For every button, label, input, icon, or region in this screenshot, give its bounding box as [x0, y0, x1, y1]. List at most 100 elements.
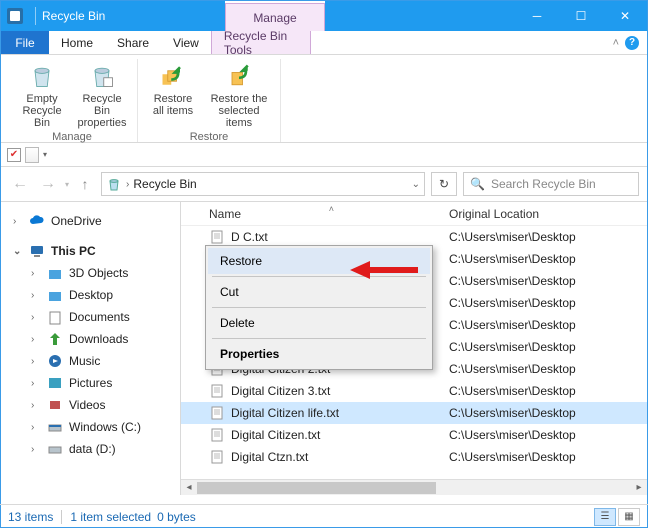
text-file-icon [209, 383, 225, 399]
close-button[interactable]: ✕ [603, 1, 647, 31]
address-bar[interactable]: › Recycle Bin ⌄ [101, 172, 425, 196]
restore-selected-items-button[interactable]: Restore the selected items [204, 59, 274, 129]
tab-share[interactable]: Share [105, 31, 161, 54]
ribbon-tabs: File Home Share View Recycle Bin Tools ˄… [1, 31, 647, 55]
text-file-icon [209, 427, 225, 443]
qat-document-icon[interactable] [25, 147, 39, 163]
file-name: Digital Citizen.txt [231, 428, 449, 442]
refresh-button[interactable]: ↻ [431, 172, 457, 196]
context-cut[interactable]: Cut [208, 279, 430, 305]
nav-history-dropdown[interactable]: ▾ [65, 180, 69, 189]
scroll-right-icon[interactable]: ▸ [631, 482, 647, 493]
file-row[interactable]: Digital Citizen.txtC:\Users\miser\Deskto… [181, 424, 647, 446]
contextual-tab-label: Manage [225, 3, 325, 31]
title-bar-left: Recycle Bin [1, 1, 225, 31]
restore-all-items-button[interactable]: Restore all items [144, 59, 202, 129]
qat-dropdown-icon[interactable]: ▾ [43, 150, 47, 159]
minimize-button[interactable]: ─ [515, 1, 559, 31]
collapse-icon[interactable]: ⌄ [13, 246, 23, 257]
quick-access-toolbar: ✔ ▾ [1, 143, 647, 167]
file-location: C:\Users\miser\Desktop [449, 340, 647, 354]
column-name[interactable]: Name˄ [209, 207, 449, 221]
title-bar: Recycle Bin Manage ─ ☐ ✕ [1, 1, 647, 31]
cloud-icon [29, 213, 45, 229]
recycle-bin-icon [27, 61, 57, 91]
qat-checkbox-icon[interactable]: ✔ [7, 148, 21, 162]
empty-recycle-bin-button[interactable]: Empty Recycle Bin [13, 59, 71, 129]
column-headers: Name˄ Original Location [181, 202, 647, 226]
nav-item-data-d-[interactable]: ›data (D:) [9, 438, 176, 460]
ribbon-group-manage: Empty Recycle Bin Recycle Bin properties… [7, 59, 138, 142]
file-location: C:\Users\miser\Desktop [449, 318, 647, 332]
nav-icon [47, 375, 63, 391]
search-input[interactable]: 🔍 Search Recycle Bin [463, 172, 639, 196]
group-label-manage: Manage [52, 129, 92, 145]
nav-item-videos[interactable]: ›Videos [9, 394, 176, 416]
restore-selected-icon [224, 61, 254, 91]
file-name: D C.txt [231, 230, 449, 244]
column-original-location[interactable]: Original Location [449, 207, 647, 221]
context-delete[interactable]: Delete [208, 310, 430, 336]
tab-recycle-bin-tools[interactable]: Recycle Bin Tools [211, 31, 311, 54]
file-location: C:\Users\miser\Desktop [449, 384, 647, 398]
nav-icon [47, 309, 63, 325]
collapse-ribbon-button[interactable]: ˄ [613, 37, 619, 49]
status-size: 0 bytes [157, 510, 196, 524]
ribbon: Empty Recycle Bin Recycle Bin properties… [1, 55, 647, 143]
text-file-icon [209, 229, 225, 245]
tab-home[interactable]: Home [49, 31, 105, 54]
nav-onedrive[interactable]: › OneDrive [9, 210, 176, 232]
nav-item-documents[interactable]: ›Documents [9, 306, 176, 328]
help-icon[interactable]: ? [625, 36, 639, 50]
nav-item-downloads[interactable]: ›Downloads [9, 328, 176, 350]
text-file-icon [209, 449, 225, 465]
file-name: Digital Citizen 3.txt [231, 384, 449, 398]
nav-icon [47, 419, 63, 435]
icons-view-button[interactable]: ▦ [618, 508, 640, 526]
recycle-bin-properties-icon [87, 61, 117, 91]
navigation-pane: › OneDrive ⌄ This PC ›3D Objects›Desktop… [1, 202, 181, 495]
nav-item-music[interactable]: ›Music [9, 350, 176, 372]
breadcrumb-root[interactable]: Recycle Bin [133, 177, 196, 191]
maximize-button[interactable]: ☐ [559, 1, 603, 31]
scroll-left-icon[interactable]: ◂ [181, 482, 197, 493]
address-dropdown-icon[interactable]: ⌄ [412, 179, 420, 190]
file-location: C:\Users\miser\Desktop [449, 252, 647, 266]
nav-item-windows-c-[interactable]: ›Windows (C:) [9, 416, 176, 438]
file-location: C:\Users\miser\Desktop [449, 230, 647, 244]
expand-icon[interactable]: › [13, 216, 23, 227]
chevron-right-icon: › [126, 179, 129, 190]
file-location: C:\Users\miser\Desktop [449, 406, 647, 420]
nav-up-button[interactable]: ↑ [75, 176, 95, 192]
status-item-count: 13 items [8, 510, 53, 524]
scrollbar-thumb[interactable] [197, 482, 436, 494]
file-row[interactable]: Digital Citizen life.txtC:\Users\miser\D… [181, 402, 647, 424]
nav-forward-button[interactable]: → [37, 175, 59, 193]
search-placeholder: Search Recycle Bin [491, 177, 596, 191]
nav-icon [47, 287, 63, 303]
tab-file[interactable]: File [1, 31, 49, 54]
nav-back-button[interactable]: ← [9, 175, 31, 193]
nav-icon [47, 441, 63, 457]
nav-item-3d-objects[interactable]: ›3D Objects [9, 262, 176, 284]
details-view-button[interactable]: ☰ [594, 508, 616, 526]
nav-icon [47, 265, 63, 281]
context-properties[interactable]: Properties [208, 341, 430, 367]
tab-view[interactable]: View [161, 31, 211, 54]
file-row[interactable]: Digital Citizen 3.txtC:\Users\miser\Desk… [181, 380, 647, 402]
title-divider [35, 7, 36, 25]
status-bar: 13 items 1 item selected 0 bytes ☰ ▦ [0, 504, 648, 528]
horizontal-scrollbar[interactable]: ◂ ▸ [181, 479, 647, 495]
pc-icon [29, 243, 45, 259]
recycle-bin-properties-button[interactable]: Recycle Bin properties [73, 59, 131, 129]
sort-asc-icon: ˄ [329, 204, 334, 214]
search-icon: 🔍 [470, 177, 485, 191]
nav-this-pc[interactable]: ⌄ This PC [9, 240, 176, 262]
nav-item-pictures[interactable]: ›Pictures [9, 372, 176, 394]
nav-item-desktop[interactable]: ›Desktop [9, 284, 176, 306]
nav-icon [47, 397, 63, 413]
file-row[interactable]: Digital Ctzn.txtC:\Users\miser\Desktop [181, 446, 647, 468]
ribbon-group-restore: Restore all items Restore the selected i… [138, 59, 281, 142]
address-bar-row: ← → ▾ ↑ › Recycle Bin ⌄ ↻ 🔍 Search Recyc… [1, 167, 647, 201]
breadcrumb-icon [106, 176, 122, 192]
